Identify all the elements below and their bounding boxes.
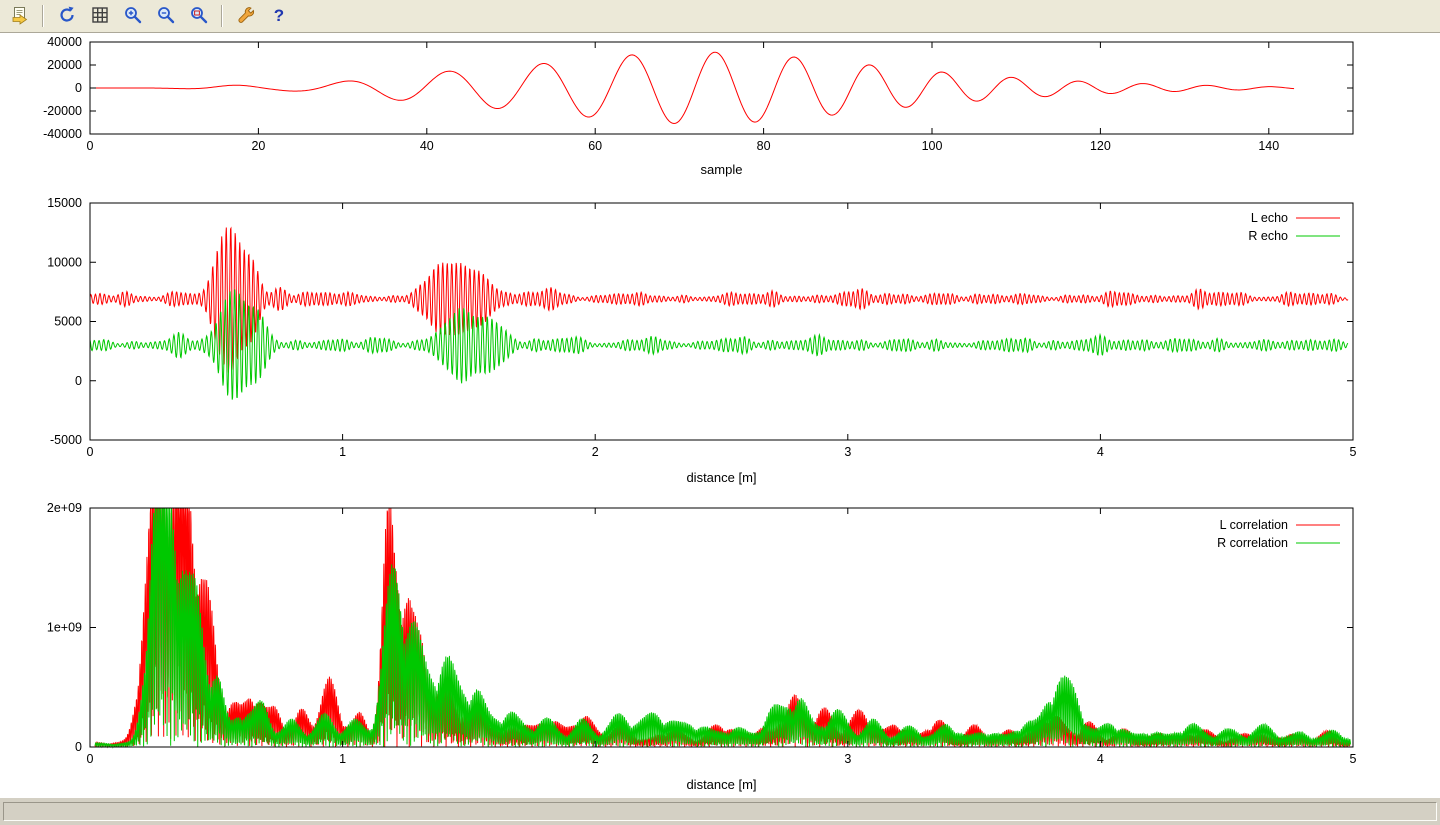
plot-border (90, 42, 1353, 134)
refresh-icon (57, 5, 77, 28)
series-l-correlation (95, 508, 1350, 747)
y-tick-label: 15000 (47, 196, 82, 210)
x-axis-label: distance [m] (686, 777, 756, 792)
x-axis-label: sample (701, 162, 743, 177)
x-tick-label: 140 (1258, 139, 1279, 153)
copy-to-clipboard-button[interactable] (6, 3, 33, 30)
chart-canvas[interactable]: 0 20 40 60 80 100 120 140 40000 20000 0 -20000 -4000… (0, 34, 1440, 194)
plot-border (90, 203, 1353, 440)
x-axis-label: distance [m] (686, 470, 756, 485)
question-icon: ? (269, 5, 289, 28)
y-tick-label: 0 (75, 81, 82, 95)
x-tick-label: 60 (588, 139, 602, 153)
x-tick-label: 20 (251, 139, 265, 153)
x-tick-label: 3 (844, 752, 851, 766)
x-tick-label: 2 (592, 445, 599, 459)
x-tick-label: 0 (87, 752, 94, 766)
x-tick-label: 100 (922, 139, 943, 153)
legend-label: L correlation (1220, 518, 1288, 532)
x-tick-label: 5 (1350, 445, 1357, 459)
magnifier-minus-icon (156, 5, 176, 28)
status-bar (0, 797, 1440, 825)
y-tick-label: -40000 (43, 127, 82, 141)
plot-client-area: 02040608010012014040000200000-20000-4000… (0, 34, 1440, 797)
x-tick-label: 3 (844, 445, 851, 459)
x-tick-label: 5 (1350, 752, 1357, 766)
x-tick-label: 1 (339, 445, 346, 459)
zoom-reset-button[interactable] (185, 3, 212, 30)
y-tick-label: -5000 (50, 433, 82, 447)
toolbar: ? (0, 0, 1440, 33)
y-tick-label: 20000 (47, 58, 82, 72)
series-signal (90, 52, 1294, 123)
chart-correlations[interactable]: 0 1 2 3 4 5 2e+09 1e+09 0 distance [m] L correlati… (0, 498, 1440, 797)
x-tick-label: 120 (1090, 139, 1111, 153)
y-tick-label: 5000 (54, 315, 82, 329)
chart-canvas[interactable]: 0 1 2 3 4 5 15000 10000 5000 0 -5000 distance [m] L … (0, 194, 1440, 497)
status-panel (3, 802, 1437, 821)
plot-border (90, 508, 1353, 747)
chart-canvas[interactable]: 0 1 2 3 4 5 2e+09 1e+09 0 distance [m] L correlati… (0, 498, 1440, 797)
x-tick-label: 40 (420, 139, 434, 153)
y-tick-label: 0 (75, 740, 82, 754)
magnifier-icon (189, 5, 209, 28)
toolbar-separator (42, 5, 44, 27)
legend-label: R echo (1248, 229, 1288, 243)
help-button[interactable]: ? (265, 3, 292, 30)
y-tick-label: 0 (75, 374, 82, 388)
legend-label: R correlation (1217, 536, 1288, 550)
x-tick-label: 2 (592, 752, 599, 766)
legend-label: L echo (1251, 211, 1288, 225)
copy-icon (10, 5, 30, 28)
x-tick-label: 4 (1097, 752, 1104, 766)
toggle-grid-button[interactable] (86, 3, 113, 30)
chart-transmit-pulse[interactable]: 0 20 40 60 80 100 120 140 40000 20000 0 -20000 -4000… (0, 34, 1440, 194)
x-tick-label: 4 (1097, 445, 1104, 459)
x-tick-label: 0 (87, 445, 94, 459)
y-tick-label: -20000 (43, 104, 82, 118)
wrench-icon (236, 5, 256, 28)
zoom-out-button[interactable] (152, 3, 179, 30)
series-r-correlation (95, 508, 1350, 747)
x-tick-label: 1 (339, 752, 346, 766)
grid-icon (90, 5, 110, 28)
x-tick-label: 80 (757, 139, 771, 153)
replot-button[interactable] (53, 3, 80, 30)
toolbar-separator (221, 5, 223, 27)
y-tick-label: 2e+09 (47, 501, 82, 515)
configure-button[interactable] (232, 3, 259, 30)
y-tick-label: 40000 (47, 35, 82, 49)
zoom-in-button[interactable] (119, 3, 146, 30)
chart-echo-signals[interactable]: 0 1 2 3 4 5 15000 10000 5000 0 -5000 distance [m] L … (0, 194, 1440, 497)
magnifier-plus-icon (123, 5, 143, 28)
y-tick-label: 1e+09 (47, 621, 82, 635)
x-tick-label: 0 (87, 139, 94, 153)
y-tick-label: 10000 (47, 255, 82, 269)
svg-text:?: ? (273, 6, 283, 25)
